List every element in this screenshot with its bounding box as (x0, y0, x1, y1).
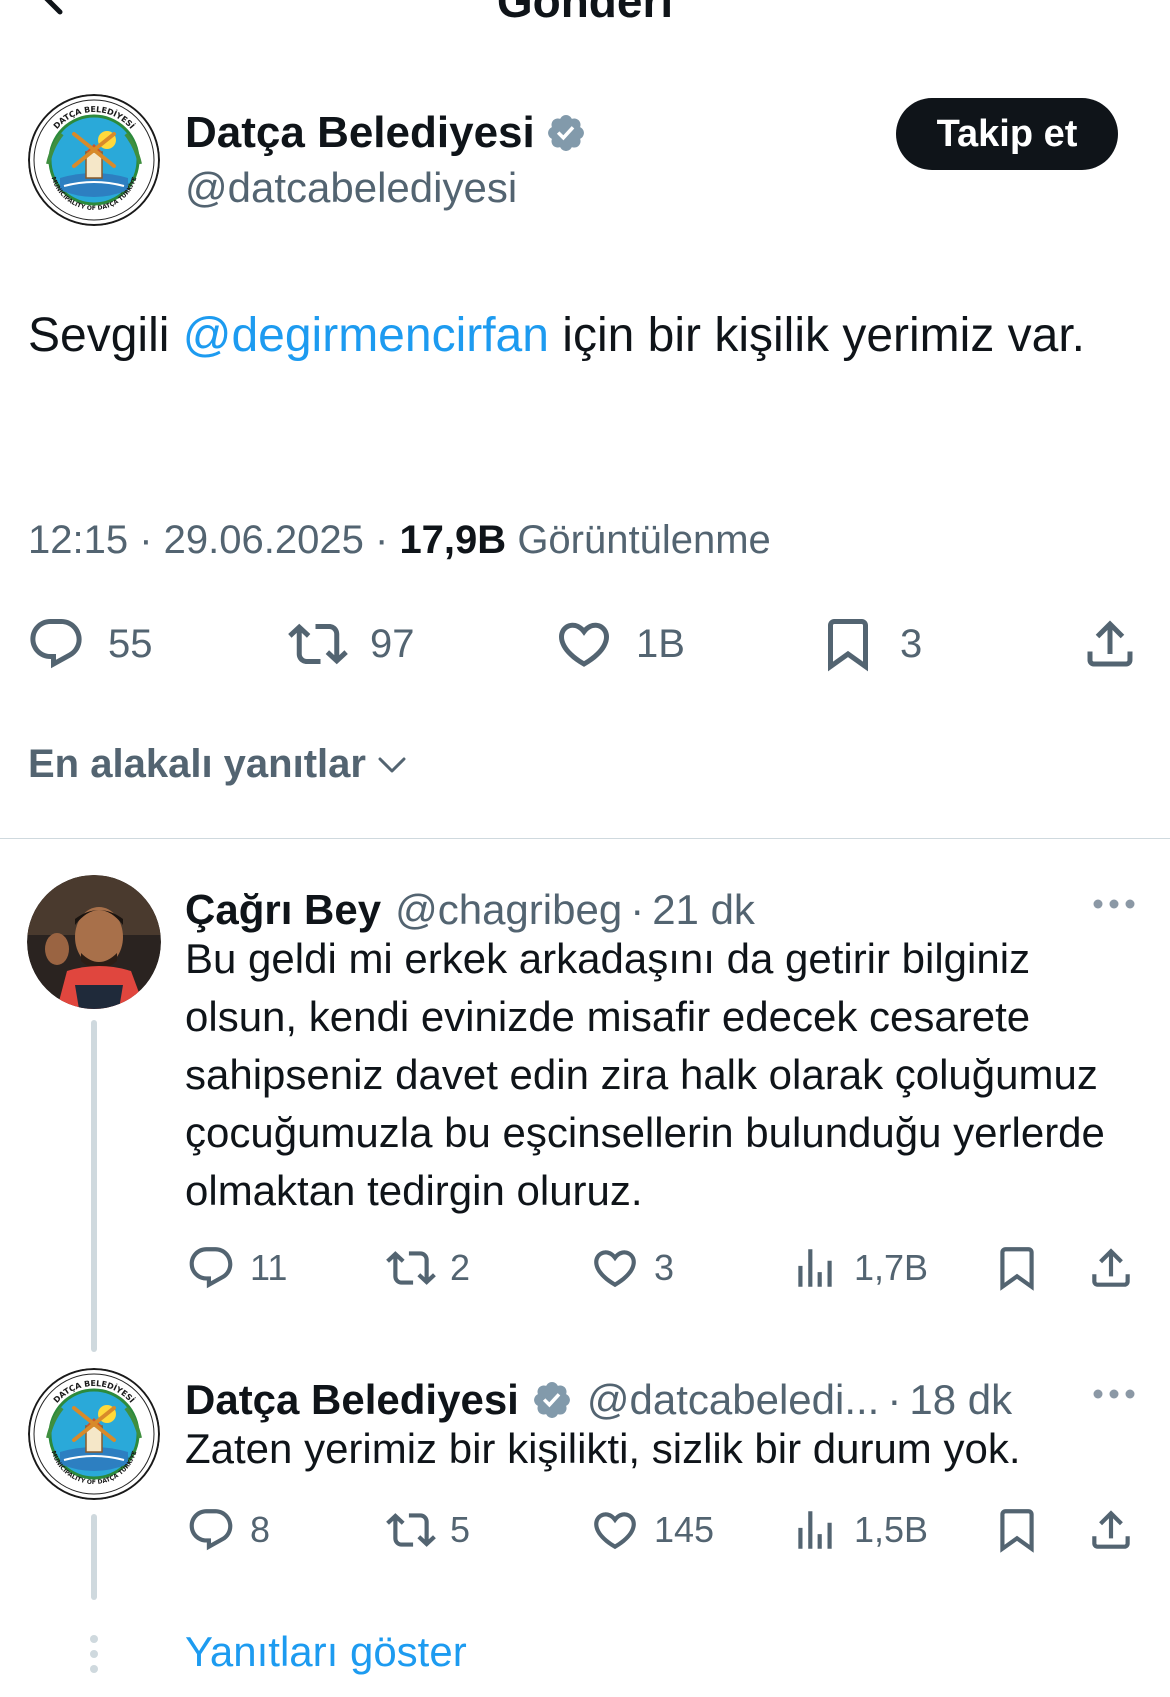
reply-author-name[interactable]: Datça Belediyesi (185, 1376, 519, 1424)
verified-badge-icon (531, 1379, 573, 1421)
like-icon (554, 614, 614, 674)
views-button[interactable]: 1,5B (790, 1505, 928, 1555)
share-button[interactable] (1080, 614, 1140, 674)
reply-count: 55 (108, 621, 153, 666)
bookmark-icon (992, 1243, 1042, 1293)
verified-badge-icon (545, 112, 587, 154)
like-icon (590, 1243, 640, 1293)
bookmark-count: 3 (900, 621, 923, 666)
share-icon (1086, 1243, 1136, 1293)
tweet-date[interactable]: 29.06.2025 (164, 518, 364, 562)
tweet-meta: 12:15 · 29.06.2025 · 17,9B Görüntülenme (28, 518, 771, 562)
more-icon[interactable] (1092, 898, 1136, 910)
reply-time[interactable]: 18 dk (909, 1376, 1012, 1424)
bookmark-icon (818, 614, 878, 674)
reply-icon (26, 614, 86, 674)
reply-text: Bu geldi mi erkek arkadaşını da getirir … (185, 935, 1105, 1214)
repost-icon (386, 1243, 436, 1293)
like-icon (590, 1505, 640, 1555)
views-icon (790, 1505, 840, 1555)
reply-button[interactable]: 8 (186, 1505, 270, 1555)
repost-button[interactable]: 97 (288, 614, 415, 674)
tweet-time[interactable]: 12:15 (28, 518, 128, 562)
views-label: Görüntülenme (517, 518, 771, 562)
reply-author-handle[interactable]: @datcabeledi... (587, 1376, 879, 1424)
tweet-text-start: Sevgili (28, 309, 183, 362)
like-count: 1B (636, 621, 685, 666)
share-button[interactable] (1086, 1243, 1136, 1293)
reply-button[interactable]: 11 (186, 1243, 287, 1293)
follow-button[interactable]: Takip et (896, 98, 1118, 170)
share-button[interactable] (1086, 1505, 1136, 1555)
reply-author-name[interactable]: Çağrı Bey (185, 886, 381, 934)
repost-button[interactable]: 5 (386, 1505, 470, 1555)
bookmark-button[interactable] (992, 1505, 1042, 1555)
repost-icon (288, 614, 348, 674)
views-button[interactable]: 1,7B (790, 1243, 928, 1293)
reply-icon (186, 1505, 236, 1555)
like-button[interactable]: 1B (554, 614, 685, 674)
show-replies-link[interactable]: Yanıtları göster (185, 1628, 467, 1676)
bookmark-icon (992, 1505, 1042, 1555)
more-icon[interactable] (1092, 1388, 1136, 1400)
tweet-text: Sevgili @degirmencirfan için bir kişilik… (28, 300, 1128, 372)
thread-dots-icon (90, 1635, 98, 1673)
views-icon (790, 1243, 840, 1293)
views-count: 1,7B (854, 1247, 929, 1288)
reply-header: Çağrı Bey @chagribeg · 21 dk (185, 886, 755, 934)
reply-text: Zaten yerimiz bir kişilikti, sizlik bir … (185, 1425, 1021, 1472)
reply-icon (186, 1243, 236, 1293)
reply-button[interactable]: 55 (26, 614, 153, 674)
reply-count: 11 (250, 1247, 288, 1288)
thread-line (91, 1514, 97, 1600)
reply-time[interactable]: 21 dk (652, 886, 755, 934)
chevron-down-icon (378, 757, 406, 772)
page-title: Gönderi (496, 0, 674, 27)
repost-button[interactable]: 2 (386, 1243, 470, 1293)
reply-count: 8 (250, 1509, 271, 1550)
repost-count: 2 (450, 1247, 471, 1288)
author-name[interactable]: Datça Belediyesi (185, 108, 587, 158)
reply-avatar[interactable] (27, 875, 161, 1009)
author-handle[interactable]: @datcabelediyesi (185, 164, 517, 212)
repost-count: 5 (450, 1509, 471, 1550)
repost-icon (386, 1505, 436, 1555)
reply-avatar[interactable]: DATÇA BELEDİYESİ MUNICIPALITY OF DATÇA T… (28, 1368, 160, 1500)
reply-author-handle[interactable]: @chagribeg (395, 886, 622, 934)
like-count: 145 (654, 1509, 715, 1550)
views-count: 1,5B (854, 1509, 929, 1550)
tweet-text-end: için bir kişilik yerimiz var. (548, 309, 1086, 362)
share-icon (1086, 1505, 1136, 1555)
views-count: 17,9B (399, 518, 507, 562)
reply-sort-dropdown[interactable]: En alakalı yanıtlar (28, 742, 410, 787)
author-name-text: Datça Belediyesi (185, 108, 535, 157)
repost-count: 97 (370, 621, 415, 666)
author-avatar[interactable]: DATÇA BELEDİYESİ MUNICIPALITY OF DATÇA T… (28, 94, 160, 226)
bookmark-button[interactable] (992, 1243, 1042, 1293)
mention-link[interactable]: @degirmencirfan (183, 309, 549, 362)
divider (0, 838, 1170, 839)
like-button[interactable]: 145 (590, 1505, 714, 1555)
bookmark-button[interactable]: 3 (818, 614, 922, 674)
top-bar: Gönderi (0, 0, 1170, 40)
like-button[interactable]: 3 (590, 1243, 674, 1293)
reply-header: Datça Belediyesi @datcabeledi... · 18 dk (185, 1376, 1013, 1424)
like-count: 3 (654, 1247, 675, 1288)
sort-label: En alakalı yanıtlar (28, 742, 366, 786)
thread-line (91, 1020, 97, 1352)
share-icon (1080, 614, 1140, 674)
